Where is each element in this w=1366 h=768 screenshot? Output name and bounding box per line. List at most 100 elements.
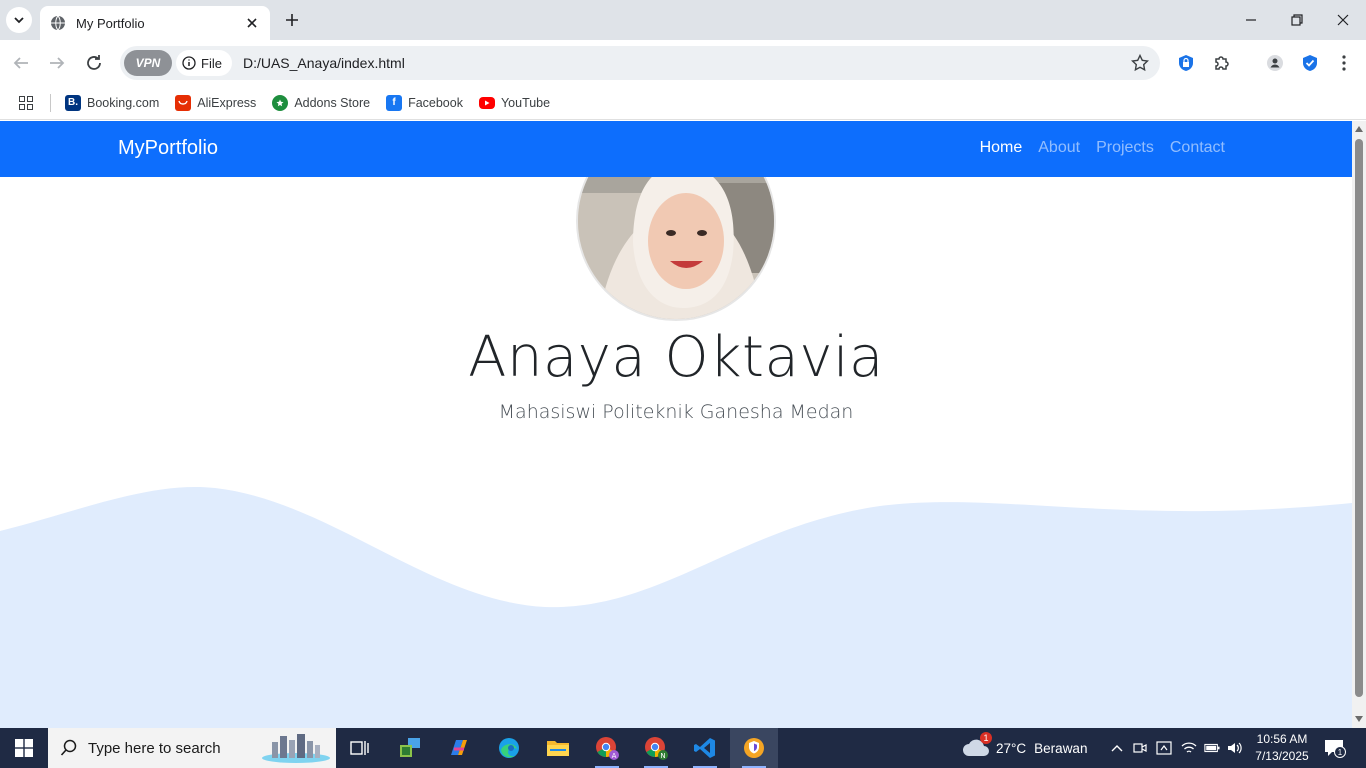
aliexpress-icon [175, 94, 192, 111]
site-info-chip[interactable]: File [176, 50, 232, 76]
minimize-icon [1246, 19, 1256, 21]
search-highlight-image [262, 734, 330, 763]
bookmark-aliexpress[interactable]: AliExpress [175, 94, 257, 111]
task-view-button[interactable] [336, 728, 384, 768]
address-bar[interactable]: VPN File D:/UAS_Anaya/index.html [120, 46, 1160, 80]
nav-link-projects[interactable]: Projects [1096, 139, 1154, 157]
site-brand[interactable]: MyPortfolio [118, 137, 218, 160]
arrow-left-icon [13, 57, 28, 69]
folder-icon [547, 741, 569, 756]
bookmark-label: Facebook [408, 95, 463, 110]
notification-center-button[interactable]: 1 [1322, 736, 1346, 760]
reload-button[interactable] [80, 49, 108, 77]
windows-taskbar: Type here to search A N 1 27°C Berawan 1… [0, 728, 1366, 768]
taskbar-search-box[interactable]: Type here to search [48, 728, 336, 768]
bookmark-label: Addons Store [294, 95, 371, 110]
forward-button[interactable] [43, 49, 71, 77]
close-window-button[interactable] [1320, 0, 1366, 40]
browser-shield-icon [744, 738, 764, 758]
browser-tab[interactable]: My Portfolio [40, 6, 270, 40]
hero-name: Anaya Oktavia [468, 325, 884, 390]
site-info-label: File [201, 55, 222, 71]
browser-menu-button[interactable] [1330, 49, 1358, 77]
page-scrollbar[interactable] [1352, 121, 1366, 728]
weather-widget[interactable]: 1 27°C Berawan [962, 728, 1087, 768]
youtube-icon [478, 96, 495, 109]
edge-icon [499, 738, 519, 758]
facebook-icon: f [386, 94, 403, 111]
copilot-icon [451, 740, 467, 755]
vscode-icon [694, 738, 715, 758]
taskbar-app-network-tool[interactable] [386, 728, 434, 768]
chrome-icon: A [596, 737, 619, 760]
plus-icon [286, 14, 298, 26]
apps-grid-icon [19, 95, 33, 110]
tab-title: My Portfolio [76, 15, 145, 31]
taskbar-app-browser-active[interactable] [730, 728, 778, 768]
nav-link-contact[interactable]: Contact [1170, 139, 1225, 157]
bookmark-addons-store[interactable]: Addons Store [272, 94, 371, 111]
vpn-badge[interactable]: VPN [124, 50, 172, 76]
taskbar-search-placeholder: Type here to search [88, 739, 221, 757]
taskbar-clock[interactable]: 10:56 AM 7/13/2025 [1250, 731, 1314, 765]
password-manager-extension[interactable] [1172, 49, 1200, 77]
back-button[interactable] [7, 49, 35, 77]
wifi-icon[interactable] [1181, 740, 1197, 756]
chevron-down-icon [14, 17, 24, 24]
site-nav-links: Home About Projects Contact [980, 139, 1225, 157]
nav-link-about[interactable]: About [1038, 139, 1080, 157]
task-view-icon [350, 741, 369, 755]
url-text[interactable]: D:/UAS_Anaya/index.html [243, 55, 1126, 71]
bookmark-facebook[interactable]: f Facebook [386, 94, 463, 111]
clock-time: 10:56 AM [1256, 732, 1308, 746]
meet-now-icon[interactable] [1132, 740, 1148, 756]
bookmark-booking[interactable]: B. Booking.com [65, 94, 160, 111]
page-viewport: MyPortfolio Home About Projects Contact … [0, 121, 1352, 728]
bookmark-youtube[interactable]: YouTube [478, 95, 551, 110]
taskbar-app-vscode[interactable] [681, 728, 729, 768]
security-extension[interactable] [1296, 49, 1324, 77]
taskbar-app-copilot[interactable] [435, 728, 483, 768]
minimize-button[interactable] [1228, 0, 1274, 40]
taskbar-app-chrome-profile-a[interactable]: A [583, 728, 631, 768]
reload-icon [87, 55, 101, 70]
puzzle-icon [1215, 56, 1229, 70]
bookmarks-divider [50, 93, 51, 112]
svg-text:N: N [660, 752, 665, 760]
nav-link-home[interactable]: Home [980, 139, 1023, 157]
user-icon [1267, 55, 1283, 71]
chrome-icon: N [645, 737, 668, 760]
taskbar-app-chrome-profile-n[interactable]: N [632, 728, 680, 768]
svg-text:A: A [612, 752, 617, 760]
cloud-icon: 1 [962, 732, 992, 759]
globe-icon [50, 15, 66, 31]
restore-button[interactable] [1274, 0, 1320, 40]
search-icon [60, 739, 77, 756]
shield-lock-icon [1179, 55, 1193, 71]
start-button[interactable] [0, 728, 48, 768]
battery-icon[interactable] [1204, 740, 1220, 756]
bookmark-label: Booking.com [87, 95, 160, 110]
tab-strip: My Portfolio [0, 0, 1366, 40]
bookmark-star-button[interactable] [1126, 49, 1154, 77]
star-icon [1131, 54, 1149, 72]
scroll-down-icon[interactable] [1355, 715, 1363, 723]
close-tab-icon[interactable] [244, 15, 260, 31]
taskbar-app-file-explorer[interactable] [534, 728, 582, 768]
taskbar-app-edge[interactable] [485, 728, 533, 768]
info-icon [182, 56, 196, 70]
extensions-button[interactable] [1208, 49, 1236, 77]
bookmark-label: YouTube [500, 95, 551, 110]
tray-app-icon[interactable] [1156, 740, 1172, 756]
chevron-up-icon[interactable] [1109, 740, 1125, 756]
new-tab-button[interactable] [280, 8, 304, 32]
hero-subtitle: Mahasiswi Politeknik Ganesha Medan [498, 401, 854, 423]
weather-alert-badge: 1 [980, 732, 992, 744]
bookmark-label: AliExpress [197, 95, 257, 110]
tab-search-button[interactable] [6, 7, 32, 33]
scroll-up-icon[interactable] [1355, 125, 1363, 133]
volume-icon[interactable] [1227, 740, 1243, 756]
scroll-thumb[interactable] [1355, 139, 1363, 697]
profile-button[interactable] [1261, 49, 1289, 77]
apps-button[interactable] [14, 91, 38, 115]
